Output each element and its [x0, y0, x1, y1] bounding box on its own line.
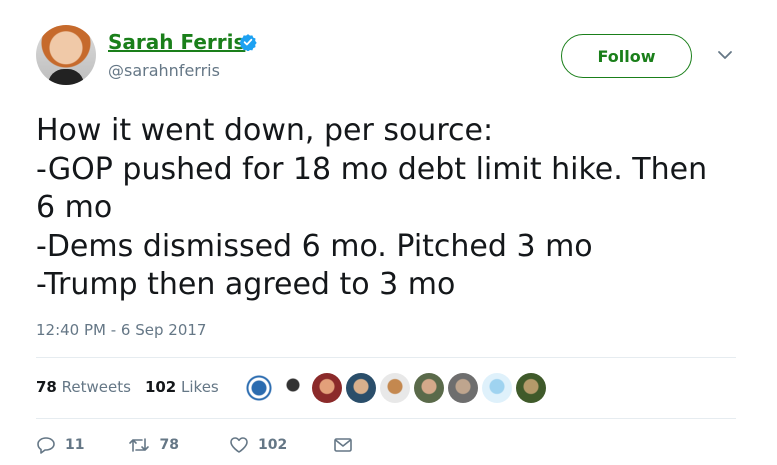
engagement-stats: 78 Retweets 102 Likes [36, 378, 219, 396]
author-name[interactable]: Sarah Ferris [108, 30, 245, 54]
retweets-label: Retweets [61, 378, 131, 396]
liker-avatar[interactable] [482, 373, 512, 403]
reply-icon [37, 437, 55, 454]
divider [36, 357, 736, 358]
tweet-timestamp[interactable]: 12:40 PM - 6 Sep 2017 [36, 321, 206, 339]
retweets-count: 78 [36, 378, 57, 396]
author-avatar[interactable] [36, 25, 96, 85]
liker-avatar[interactable] [380, 373, 410, 403]
reply-count: 11 [65, 437, 85, 453]
liker-avatar[interactable] [448, 373, 478, 403]
follow-button[interactable]: Follow [561, 34, 692, 78]
tweet-line: 6 mo [36, 190, 113, 225]
tweet-line: -GOP pushed for 18 mo debt limit hike. T… [36, 151, 708, 187]
tweet-text: How it went down, per source: -GOP pushe… [36, 112, 736, 305]
tweet-line: How it went down, per source: [36, 113, 494, 148]
message-icon [334, 438, 353, 452]
liker-avatar[interactable] [516, 373, 546, 403]
liker-avatars [244, 373, 546, 403]
tweet-line: -Trump then agreed to 3 mo [36, 267, 456, 302]
message-button[interactable] [333, 437, 353, 453]
liker-avatar[interactable] [346, 373, 376, 403]
chevron-down-icon[interactable] [716, 48, 734, 62]
retweet-button[interactable]: 78 [128, 436, 179, 454]
liker-avatar[interactable] [414, 373, 444, 403]
liker-avatar[interactable] [244, 373, 274, 403]
liker-avatar[interactable] [278, 373, 308, 403]
retweet-icon [129, 438, 150, 452]
likes-label: Likes [181, 378, 219, 396]
tweet-line: -Dems dismissed 6 mo. Pitched 3 mo [36, 228, 593, 264]
liker-avatar[interactable] [312, 373, 342, 403]
author-handle[interactable]: @sarahnferris [108, 61, 220, 80]
like-button[interactable]: 102 [229, 436, 287, 454]
verified-badge-icon [239, 34, 257, 51]
reply-button[interactable]: 11 [36, 436, 84, 454]
likes-count: 102 [144, 378, 177, 396]
tweet-actions: 11 78 102 [36, 436, 353, 454]
retweets-stat[interactable]: 78 Retweets [36, 378, 131, 396]
divider [36, 418, 736, 419]
like-count: 102 [257, 437, 288, 453]
likes-stat[interactable]: 102 Likes [145, 378, 219, 396]
heart-icon [230, 437, 248, 453]
retweet-count: 78 [159, 437, 179, 453]
